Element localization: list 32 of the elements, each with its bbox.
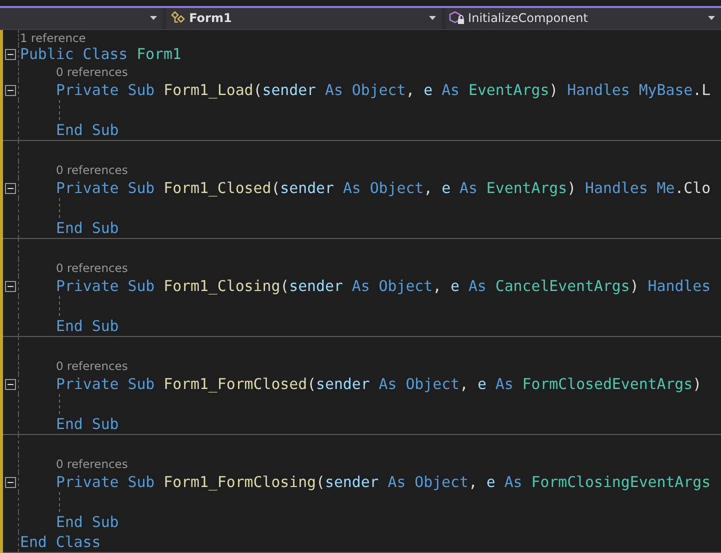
code-line: Public Class Form1 bbox=[20, 45, 182, 63]
codelens-references[interactable]: 0 references bbox=[56, 456, 128, 470]
code-line: Private Sub Form1_FormClosing(sender As Object, e As FormClosingEventArgs bbox=[56, 473, 711, 491]
code-line: End Sub bbox=[56, 219, 119, 237]
navigation-dropdown[interactable]: InitializeComponent bbox=[445, 8, 721, 29]
code-line: Private Sub Form1_Closed(sender As Object, e As EventArgs) Handles Me.Clo bbox=[56, 179, 711, 197]
dropdown-caret-icon bbox=[708, 16, 716, 20]
navigation-dropdown[interactable] bbox=[0, 8, 164, 29]
codelens-references[interactable]: 0 references bbox=[56, 358, 128, 372]
navigation-dropdown[interactable]: Form1 bbox=[166, 8, 442, 29]
dropdown-caret-icon bbox=[429, 16, 436, 20]
collapse-icon[interactable] bbox=[5, 48, 16, 60]
collapse-icon[interactable] bbox=[5, 476, 16, 488]
method-lock-icon bbox=[449, 11, 466, 26]
collapse-icon[interactable] bbox=[5, 182, 16, 194]
code-line: End Sub bbox=[56, 415, 119, 433]
code-line: End Sub bbox=[56, 513, 119, 531]
codelens-references[interactable]: 1 reference bbox=[20, 30, 86, 44]
code-line: Private Sub Form1_FormClosed(sender As Object, e As FormClosedEventArgs) bbox=[56, 375, 702, 393]
codelens-references[interactable]: 0 references bbox=[56, 260, 128, 274]
collapse-icon[interactable] bbox=[5, 84, 16, 96]
collapse-icon[interactable] bbox=[5, 378, 16, 390]
code-line: End Class bbox=[20, 533, 101, 551]
dropdown-caret-icon bbox=[150, 16, 158, 20]
codelens-references[interactable]: 0 references bbox=[56, 162, 128, 176]
class-icon bbox=[170, 11, 186, 26]
code-line: Private Sub Form1_Load(sender As Object, e As EventArgs) Handles MyBase.L bbox=[56, 81, 711, 99]
collapse-icon[interactable] bbox=[5, 280, 16, 292]
codelens-references[interactable]: 0 references bbox=[56, 64, 128, 78]
code-line: Private Sub Form1_Closing(sender As Object, e As CancelEventArgs) Handles bbox=[56, 277, 711, 295]
code-line: End Sub bbox=[56, 121, 119, 139]
code-line: End Sub bbox=[56, 317, 119, 335]
